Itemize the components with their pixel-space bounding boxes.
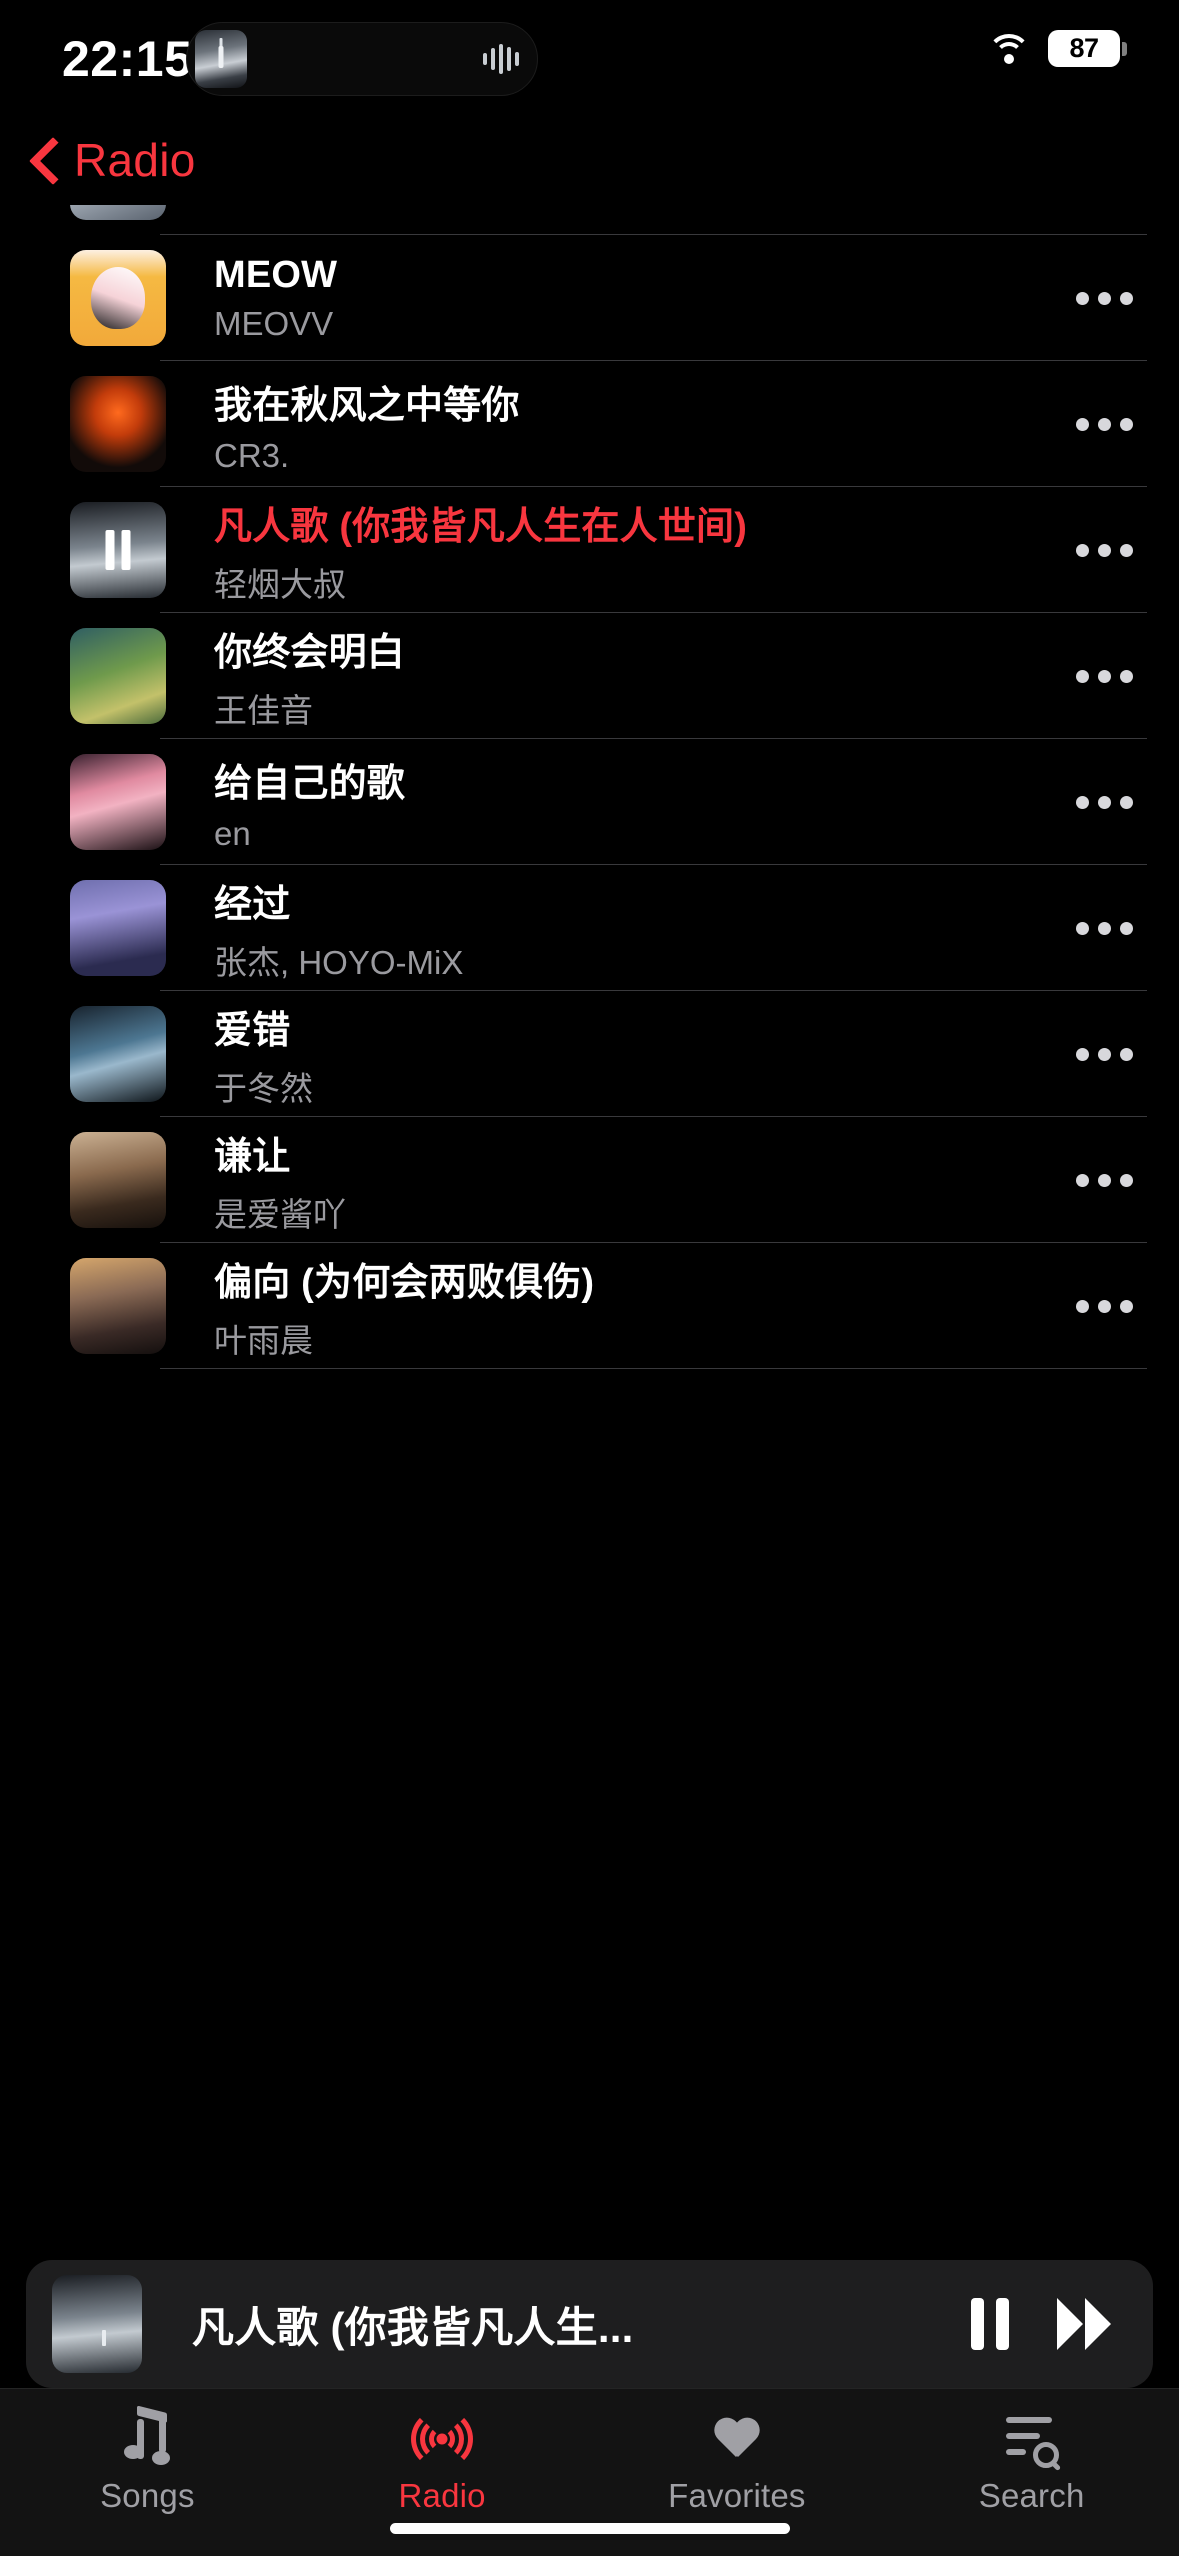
song-info: 凡人歌 (你我皆凡人生在人世间) 轻烟大叔 [214,495,1059,606]
music-note-icon [124,2411,171,2467]
song-info: 谦让 是爱酱吖 [214,1125,1059,1236]
ellipsis-icon[interactable] [1059,1173,1149,1187]
ellipsis-icon[interactable] [1059,669,1149,683]
song-row[interactable]: 我在秋风之中等你 CR3. [0,361,1179,487]
song-artist: CR3. [214,436,290,474]
ellipsis-icon[interactable] [1059,795,1149,809]
song-info: 你终会明白 王佳音 [214,621,1059,732]
status-bar: 22:15 87 [0,0,1179,115]
song-row[interactable]: 你终会明白 王佳音 [0,613,1179,739]
tab-search[interactable]: Search [884,2411,1179,2515]
now-playing-artwork [195,30,247,88]
row-separator [160,1368,1147,1369]
album-artwork [70,1006,166,1102]
song-info: 偏向 (为何会两败俱伤) 叶雨晨 [214,1251,1059,1362]
home-indicator [389,2523,790,2534]
ellipsis-icon[interactable] [1059,1299,1149,1313]
now-playing-pause-icon [105,530,131,570]
song-list[interactable]: MEOW MEOVV 我在秋风之中等你 CR3. 凡人歌 (你我皆凡人生在人世间) 轻烟大… [0,205,1179,2265]
heart-icon [713,2411,761,2467]
album-artwork [70,754,166,850]
mini-player-title: 凡人歌 (你我皆凡人生... [192,2303,634,2351]
mini-player-controls [971,2298,1111,2350]
song-row[interactable]: 给自己的歌 en [0,739,1179,865]
song-row[interactable]: 经过张杰, HOYO-MiX [0,865,1179,991]
radio-waves-icon [411,2409,474,2469]
song-info: 经过张杰, HOYO-MiX [214,873,1059,984]
ellipsis-icon[interactable] [1059,1047,1149,1061]
battery-indicator: 87 [1048,30,1127,67]
album-artwork [70,376,166,472]
dynamic-island[interactable] [186,22,538,96]
audio-waveform-icon [483,42,519,76]
song-info: 爱错 于冬然 [214,999,1059,1110]
song-row[interactable]: 凡人歌 (你我皆凡人生在人世间) 轻烟大叔 [0,487,1179,613]
tab-favorites[interactable]: Favorites [590,2411,885,2515]
ellipsis-icon[interactable] [1059,543,1149,557]
song-artist: 张杰, HOYO-MiX [214,943,464,981]
album-artwork [70,205,166,220]
song-title: 爱错 [214,1009,291,1052]
album-artwork [70,1132,166,1228]
tab-radio-label: Radio [398,2477,486,2514]
song-row[interactable] [0,205,1179,235]
tab-songs-label: Songs [100,2477,195,2514]
song-artist: en [214,814,251,852]
song-title: 偏向 (为何会两败俱伤) [214,1261,595,1304]
song-artist: 轻烟大叔 [214,565,346,603]
song-title: 经过 [214,883,291,926]
ellipsis-icon[interactable] [1059,417,1149,431]
ellipsis-icon[interactable] [1059,921,1149,935]
status-bar-time: 22:15 [62,31,193,87]
pause-icon[interactable] [971,2298,1009,2350]
song-artist: 王佳音 [214,691,313,729]
ellipsis-icon[interactable] [1059,291,1149,305]
back-button-label: Radio [74,134,196,186]
album-artwork [70,628,166,724]
song-artist: 是爱酱吖 [214,1195,346,1233]
tab-search-label: Search [978,2477,1085,2514]
song-title: MEOW [214,253,338,296]
song-artist: 于冬然 [214,1069,313,1107]
search-list-icon [1005,2411,1059,2468]
chevron-left-icon [30,136,60,184]
song-row[interactable]: MEOW MEOVV [0,235,1179,361]
tab-radio[interactable]: Radio [295,2409,590,2515]
back-button[interactable]: Radio [0,133,196,187]
mini-player-artwork [52,2275,142,2373]
wifi-icon [986,32,1032,66]
song-info: MEOW MEOVV [214,254,1059,343]
mini-player[interactable]: 凡人歌 (你我皆凡人生... [26,2260,1153,2388]
album-artwork [70,880,166,976]
status-bar-indicators: 87 [986,30,1127,67]
song-info: 给自己的歌 en [214,752,1059,853]
song-title: 你终会明白 [214,631,406,674]
song-title: 给自己的歌 [214,762,406,805]
battery-percent-label: 87 [1069,33,1099,63]
album-artwork [70,502,166,598]
navigation-bar: Radio [0,115,1179,205]
tab-favorites-label: Favorites [668,2477,806,2514]
song-title: 谦让 [214,1135,291,1178]
song-artist: MEOVV [214,304,334,342]
song-artist: 叶雨晨 [214,1321,313,1359]
song-row[interactable]: 谦让 是爱酱吖 [0,1117,1179,1243]
tab-songs[interactable]: Songs [0,2411,295,2515]
song-title: 我在秋风之中等你 [214,384,520,427]
song-info: 我在秋风之中等你 CR3. [214,374,1059,475]
album-artwork [70,250,166,346]
song-row[interactable]: 偏向 (为何会两败俱伤) 叶雨晨 [0,1243,1179,1369]
song-row[interactable]: 爱错 于冬然 [0,991,1179,1117]
album-artwork [70,1258,166,1354]
fast-forward-icon[interactable] [1057,2298,1111,2350]
song-title: 凡人歌 (你我皆凡人生在人世间) [214,505,748,548]
